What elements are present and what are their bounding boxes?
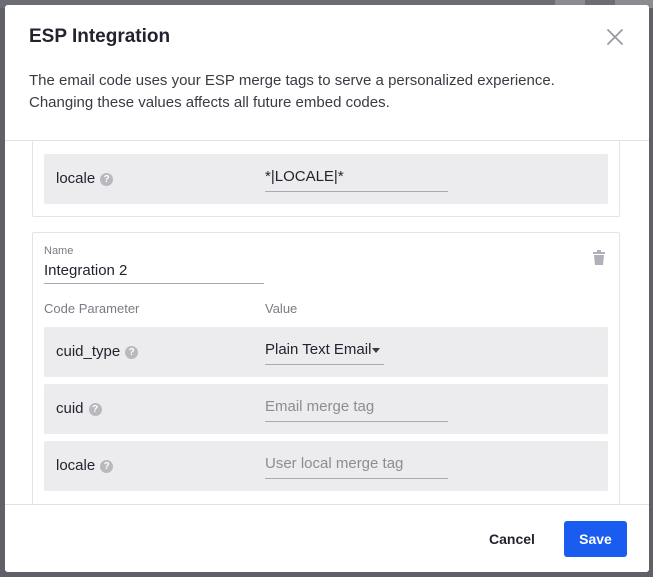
- help-icon[interactable]: ?: [100, 460, 114, 473]
- close-icon: [607, 29, 623, 45]
- integration-card-1: locale? *|LOCALE|*: [32, 141, 620, 217]
- param-row-cuid: cuid? Email merge tag: [44, 384, 608, 434]
- param-label: cuid: [56, 400, 84, 417]
- close-button[interactable]: [605, 27, 625, 47]
- param-label: locale: [56, 170, 96, 187]
- modal-footer: Cancel Save: [5, 504, 649, 572]
- param-row-locale: locale? *|LOCALE|*: [44, 154, 608, 204]
- param-row-cuid-type: cuid_type? Plain Text Email: [44, 327, 608, 377]
- save-button[interactable]: Save: [564, 521, 627, 557]
- param-label: cuid_type: [56, 343, 121, 360]
- param-name: locale?: [56, 170, 114, 187]
- value-header: Value: [265, 301, 298, 316]
- cuid-type-select[interactable]: Plain Text Email: [265, 340, 384, 365]
- modal-title: ESP Integration: [29, 26, 171, 47]
- help-icon[interactable]: ?: [125, 346, 139, 359]
- help-icon[interactable]: ?: [100, 173, 114, 186]
- modal-body[interactable]: locale? *|LOCALE|* Name Integration 2 Co…: [5, 141, 649, 504]
- help-icon[interactable]: ?: [88, 403, 102, 416]
- param-name: locale?: [56, 457, 114, 474]
- cancel-button[interactable]: Cancel: [471, 521, 553, 557]
- param-name: cuid_type?: [56, 343, 139, 360]
- param-name: cuid?: [56, 400, 102, 417]
- integration-card-2: Name Integration 2 Code Parameter Value …: [32, 232, 620, 504]
- integration-name-field[interactable]: Integration 2: [44, 261, 264, 284]
- modal-header: ESP Integration The email code uses your…: [5, 5, 649, 141]
- esp-integration-modal: ESP Integration The email code uses your…: [5, 5, 649, 572]
- trash-icon: [593, 250, 605, 265]
- param-label: locale: [56, 457, 96, 474]
- name-label: Name: [44, 245, 74, 257]
- cuid-value-input[interactable]: Email merge tag: [265, 397, 448, 422]
- param-row-locale: locale? User local merge tag: [44, 441, 608, 491]
- delete-integration-button[interactable]: [593, 250, 605, 265]
- modal-description: The email code uses your ESP merge tags …: [29, 72, 555, 111]
- locale-value-input[interactable]: User local merge tag: [265, 454, 448, 479]
- locale-value-field[interactable]: *|LOCALE|*: [265, 167, 448, 192]
- code-parameter-header: Code Parameter: [44, 301, 140, 316]
- caret-down-icon: [372, 348, 380, 353]
- select-value: Plain Text Email: [265, 341, 372, 358]
